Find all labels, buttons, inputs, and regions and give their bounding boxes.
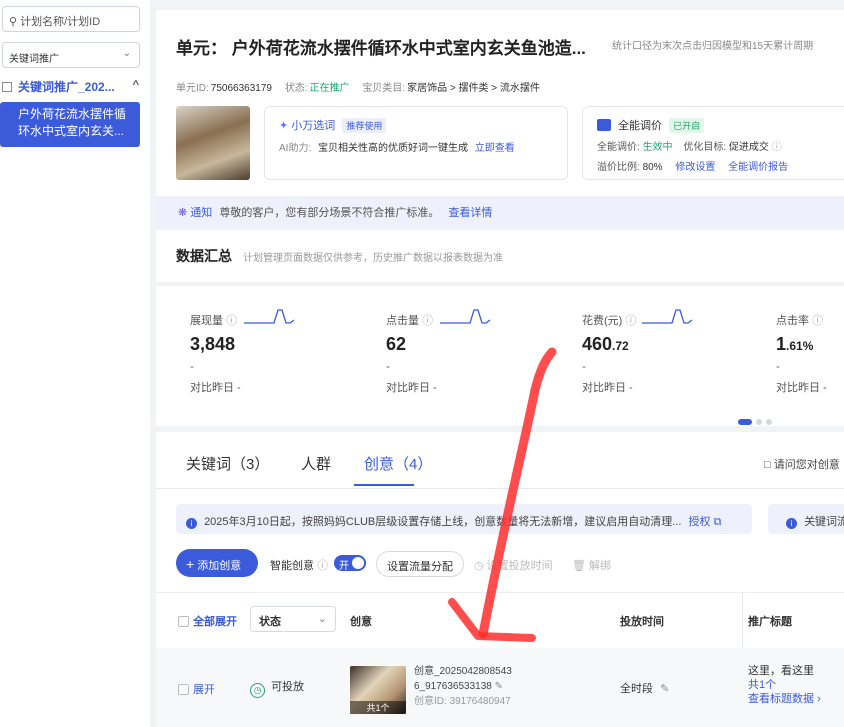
annotation-arrow: [448, 347, 557, 642]
